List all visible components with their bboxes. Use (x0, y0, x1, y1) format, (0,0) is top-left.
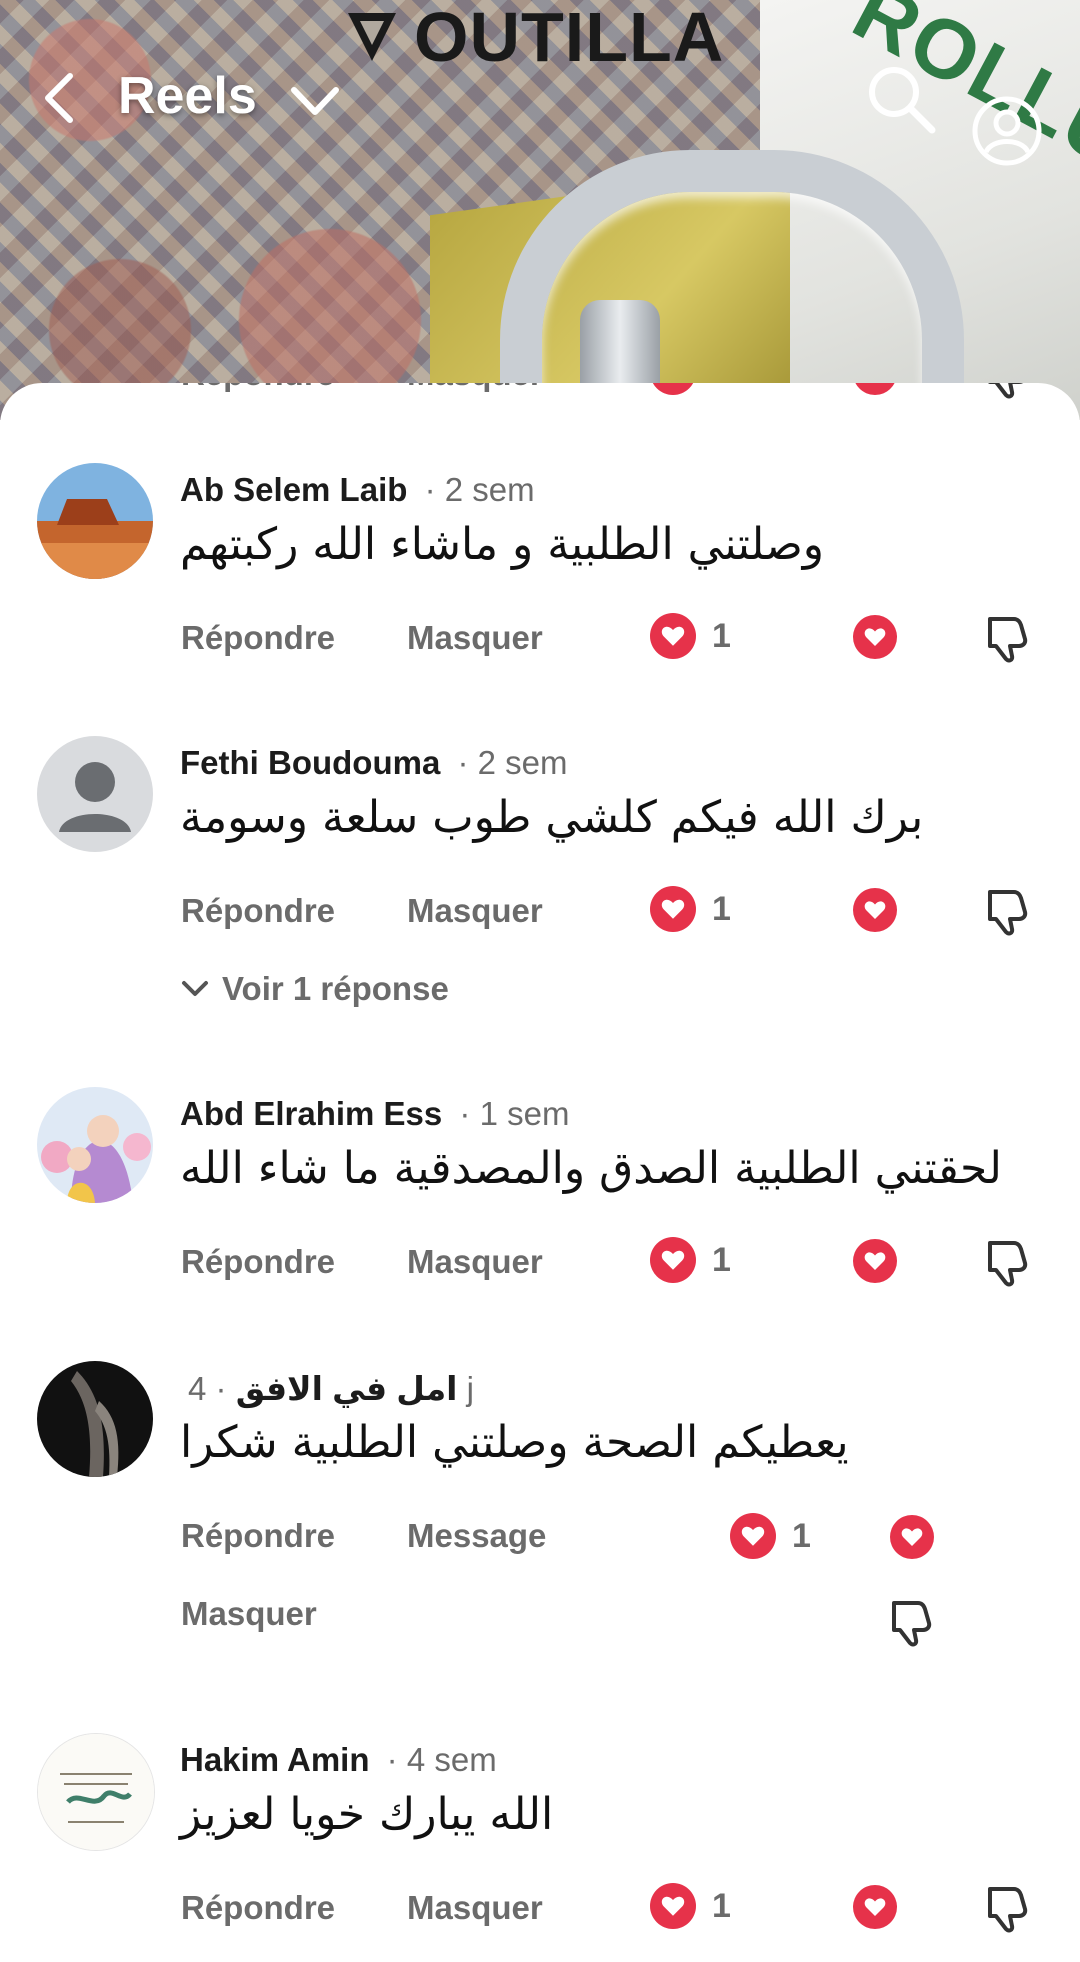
comment-author[interactable]: Ab Selem Laib (180, 471, 407, 508)
comment-item: Hakim Amin · 4 sem الله يبارك خويا لعزيز… (0, 1733, 1080, 1943)
comment-text: لحقتني الطلبية الصدق والمصدقية ما شاء ال… (180, 1143, 1002, 1194)
hide-button[interactable]: Masquer (407, 1889, 543, 1927)
comment-header: Fethi Boudouma · 2 sem (180, 744, 568, 782)
reply-button[interactable]: Répondre (181, 1243, 335, 1281)
like-button[interactable] (853, 1885, 897, 1929)
heart-icon (863, 383, 887, 385)
like-button[interactable] (890, 1515, 934, 1559)
like-count: 1 (712, 617, 731, 655)
chevron-down-icon (182, 981, 208, 996)
dark-avatar-image (37, 1361, 153, 1477)
dislike-icon[interactable] (984, 1883, 1030, 1933)
comments-sheet: Répondre Masquer 1 Ab Selem Laib · 2 sem… (0, 383, 1080, 1962)
comment-header: Hakim Amin · 4 sem (180, 1741, 497, 1779)
like-count: 1 (792, 1517, 811, 1555)
illustrated-avatar-image (37, 1087, 153, 1203)
heart-icon (661, 1896, 685, 1916)
dislike-icon[interactable] (888, 1597, 934, 1647)
view-replies-label: Voir 1 réponse (222, 970, 449, 1007)
hide-button[interactable]: Masquer (407, 619, 543, 657)
comment-text: يعطيكم الصحة وصلتني الطلبية شكرا (180, 1417, 849, 1468)
comment-time: · 1 sem (459, 1095, 570, 1132)
dislike-icon[interactable] (984, 886, 1030, 936)
comment-text: برك الله فيكم كلشي طوب سلعة وسومة (180, 792, 924, 843)
dislike-icon[interactable] (984, 1237, 1030, 1287)
like-button[interactable] (853, 888, 897, 932)
comment-text: وصلتني الطلبية و ماشاء الله ركبتهم (180, 519, 825, 570)
avatar[interactable] (37, 1361, 153, 1477)
avatar[interactable] (37, 736, 153, 852)
comment-item: Fethi Boudouma · 2 sem برك الله فيكم كلش… (0, 736, 1080, 1016)
comment-header: امل في الافق · 4 j (180, 1369, 474, 1408)
comment-time: · 2 sem (457, 744, 568, 781)
reels-title[interactable]: Reels (118, 66, 257, 126)
top-bar: Reels (0, 50, 1080, 166)
comment-header: Ab Selem Laib · 2 sem (180, 471, 535, 509)
hide-button[interactable]: Masquer (181, 1595, 317, 1633)
like-count: 1 (712, 1241, 731, 1279)
heart-icon (660, 383, 686, 385)
reply-button[interactable]: Répondre (181, 1889, 335, 1927)
heart-icon (741, 1526, 765, 1546)
comment-time: · 2 sem (424, 471, 535, 508)
profile-icon[interactable] (970, 94, 1044, 168)
heart-icon (864, 1898, 886, 1916)
hide-button[interactable]: Masquer (407, 1243, 543, 1281)
avatar[interactable] (37, 463, 153, 579)
comment-header: Abd Elrahim Ess · 1 sem (180, 1095, 569, 1133)
reply-button[interactable]: Répondre (181, 892, 335, 930)
like-count-badge (650, 613, 696, 659)
like-count: 1 (712, 890, 731, 928)
comment-author[interactable]: Hakim Amin (180, 1741, 370, 1778)
heart-icon (864, 901, 886, 919)
comment-author[interactable]: امل في الافق (236, 1370, 458, 1407)
partial-action-row: Répondre Masquer 1 (0, 383, 1080, 407)
like-count-badge (650, 1237, 696, 1283)
heart-icon (864, 1252, 886, 1270)
reply-button[interactable]: Répondre (181, 1517, 335, 1555)
search-icon[interactable] (862, 60, 940, 138)
like-count-badge (730, 1513, 776, 1559)
comment-author[interactable]: Fethi Boudouma (180, 744, 440, 781)
dislike-icon[interactable] (984, 383, 1030, 399)
chevron-down-icon[interactable] (288, 82, 342, 120)
message-button[interactable]: Message (407, 1517, 546, 1555)
like-count: 1 (712, 383, 731, 392)
heart-icon (864, 628, 886, 646)
heart-icon (661, 1250, 685, 1270)
hide-button[interactable]: Masquer (407, 383, 543, 393)
reply-button[interactable]: Répondre (181, 383, 335, 393)
heart-icon (901, 1528, 923, 1546)
back-arrow-icon[interactable] (36, 68, 86, 128)
like-button[interactable] (853, 1239, 897, 1283)
avatar[interactable] (37, 1087, 153, 1203)
dislike-icon[interactable] (984, 613, 1030, 663)
heart-icon (661, 626, 685, 646)
comment-item: Ab Selem Laib · 2 sem وصلتني الطلبية و م… (0, 463, 1080, 663)
hide-button[interactable]: Masquer (407, 892, 543, 930)
like-button[interactable] (853, 615, 897, 659)
calligraphy-avatar-image (38, 1734, 154, 1850)
view-replies-button[interactable]: Voir 1 réponse (180, 970, 449, 1008)
like-count-badge (650, 886, 696, 932)
comment-item: امل في الافق · 4 j يعطيكم الصحة وصلتني ا… (0, 1361, 1080, 1661)
like-count: 1 (712, 1887, 731, 1925)
comment-time: · 4 sem (386, 1741, 497, 1778)
avatar[interactable] (37, 1733, 155, 1851)
default-avatar-icon (59, 762, 131, 832)
comment-text: الله يبارك خويا لعزيز (180, 1789, 554, 1840)
like-count-badge (650, 1883, 696, 1929)
desert-avatar-image (37, 463, 153, 579)
heart-icon (661, 899, 685, 919)
like-button[interactable] (853, 383, 897, 395)
comment-item: Abd Elrahim Ess · 1 sem لحقتني الطلبية ا… (0, 1087, 1080, 1287)
reply-button[interactable]: Répondre (181, 619, 335, 657)
like-count-badge (650, 383, 696, 395)
comment-author[interactable]: Abd Elrahim Ess (180, 1095, 442, 1132)
